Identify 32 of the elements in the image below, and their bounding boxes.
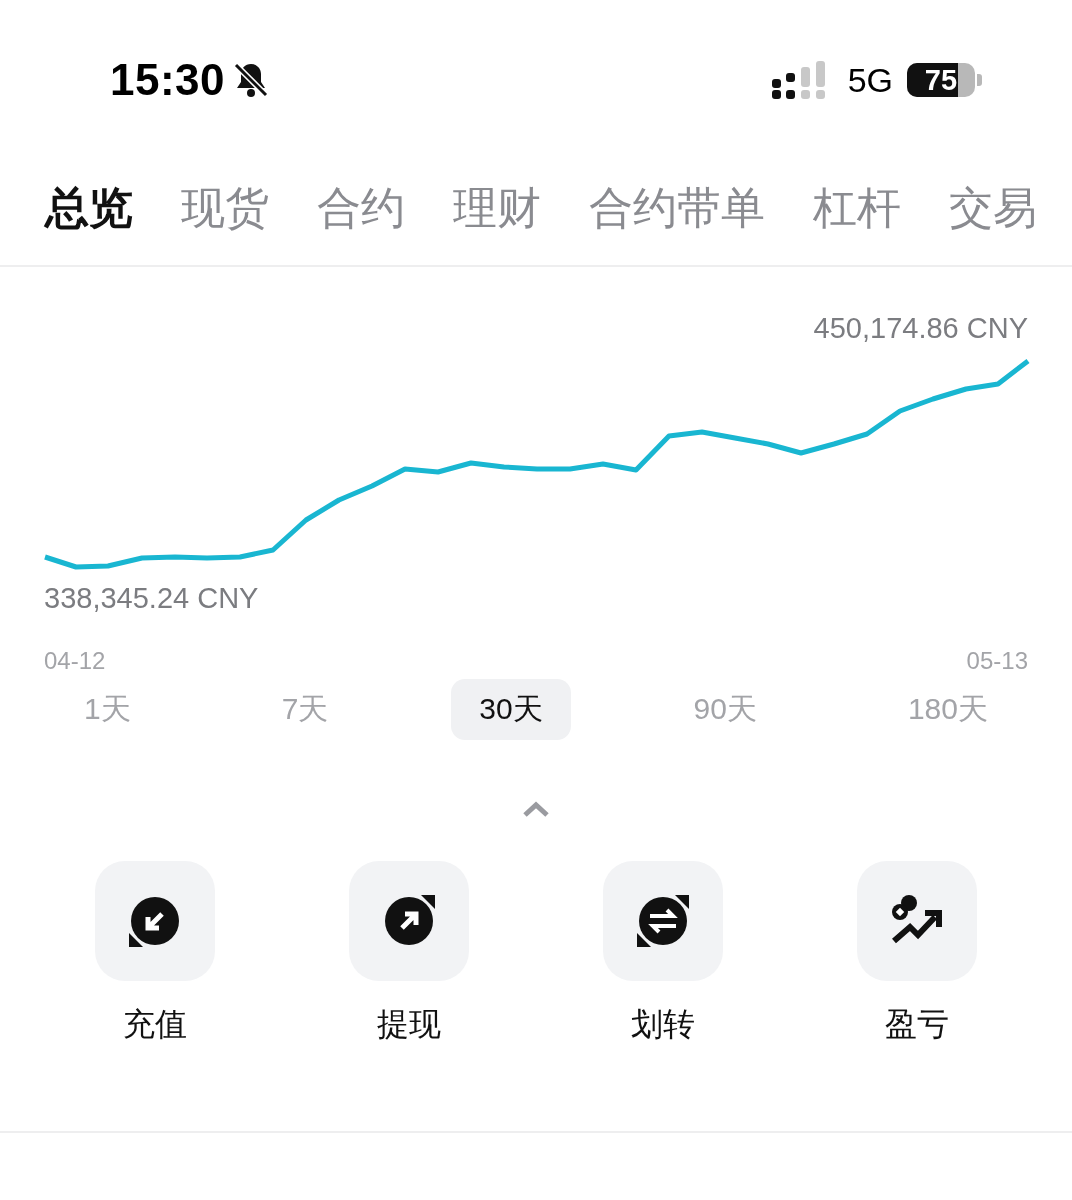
clock: 15:30 bbox=[110, 55, 226, 105]
tab[interactable]: 合约带单 bbox=[589, 182, 765, 234]
pnl-button[interactable] bbox=[857, 861, 977, 981]
end-date: 05-13 bbox=[966, 647, 1028, 675]
period-option[interactable]: 180天 bbox=[879, 678, 1016, 740]
period-option[interactable]: 90天 bbox=[665, 678, 785, 740]
signal-icon bbox=[771, 61, 826, 99]
tab[interactable]: 理财 bbox=[453, 182, 541, 234]
tab[interactable]: 杠杆 bbox=[813, 182, 901, 234]
tab[interactable]: 合约 bbox=[317, 182, 405, 234]
min-value-label: 338,345.24 CNY bbox=[44, 582, 259, 615]
action-label: 充值 bbox=[123, 1005, 187, 1044]
tab[interactable]: 总览 bbox=[45, 182, 133, 234]
transfer-button[interactable] bbox=[603, 861, 723, 981]
chevron-up-icon[interactable] bbox=[522, 801, 550, 817]
withdraw-button[interactable] bbox=[349, 861, 469, 981]
max-value-label: 450,174.86 CNY bbox=[813, 312, 1028, 345]
withdraw-icon bbox=[383, 895, 435, 947]
start-date: 04-12 bbox=[44, 647, 106, 675]
deposit-button[interactable] bbox=[95, 861, 215, 981]
deposit-icon bbox=[129, 895, 181, 947]
action-label: 提现 bbox=[377, 1005, 441, 1044]
battery-indicator: 75 bbox=[907, 63, 982, 97]
tab[interactable]: 现货 bbox=[181, 182, 269, 234]
period-option[interactable]: 7天 bbox=[253, 678, 357, 740]
tab[interactable]: 交易 bbox=[949, 182, 1037, 234]
transfer-icon bbox=[637, 895, 689, 947]
network-label: 5G bbox=[847, 60, 893, 100]
period-option[interactable]: 30天 bbox=[451, 678, 571, 740]
action-label: 盈亏 bbox=[885, 1005, 949, 1044]
period-option[interactable]: 1天 bbox=[56, 678, 159, 740]
action-label: 划转 bbox=[631, 1005, 695, 1044]
